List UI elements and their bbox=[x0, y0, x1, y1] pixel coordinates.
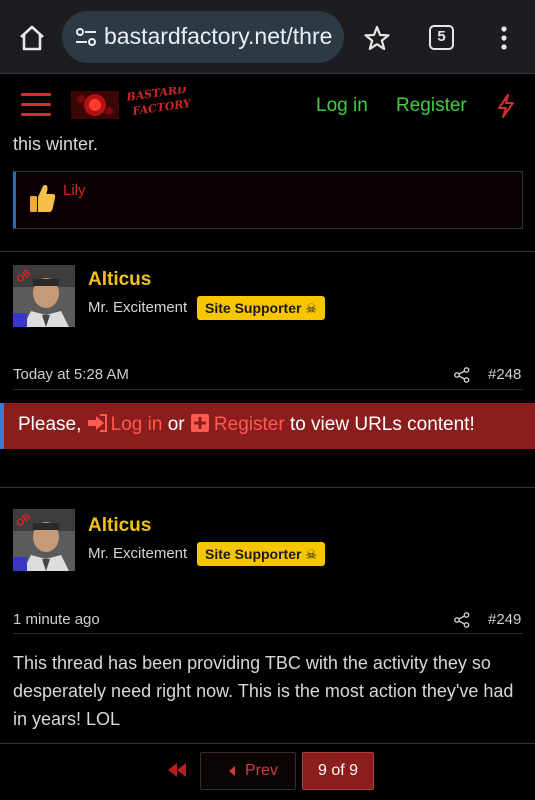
user-title: Mr. Excitement bbox=[88, 545, 188, 562]
login-link[interactable]: Log in bbox=[316, 95, 368, 117]
page-indicator[interactable]: 9 of 9 bbox=[302, 752, 374, 790]
notice-register-label: Register bbox=[213, 414, 285, 435]
post-divider bbox=[0, 487, 535, 488]
username[interactable]: Alticus bbox=[88, 515, 151, 537]
site-logo[interactable]: BASTARD FACTORY bbox=[71, 87, 195, 123]
badge-label: Site Supporter bbox=[205, 300, 302, 316]
prev-label: Prev bbox=[245, 762, 278, 779]
site-settings-icon[interactable] bbox=[74, 25, 98, 49]
first-page-icon[interactable] bbox=[166, 761, 188, 779]
badge-label: Site Supporter bbox=[205, 546, 302, 562]
skull-icon: ☠ bbox=[305, 301, 318, 316]
prev-page-button[interactable]: Prev bbox=[200, 752, 296, 790]
menu-icon[interactable] bbox=[21, 93, 51, 117]
skull-icon: ☠ bbox=[305, 547, 318, 562]
username[interactable]: Alticus bbox=[88, 269, 151, 291]
register-link[interactable]: Register bbox=[396, 95, 467, 117]
notice-middle: or bbox=[167, 414, 185, 435]
post-time[interactable]: Today at 5:28 AM bbox=[13, 366, 129, 383]
tab-switcher-button[interactable]: 5 bbox=[429, 25, 454, 50]
site-supporter-badge: Site Supporter ☠ bbox=[197, 542, 326, 566]
post-number[interactable]: #248 bbox=[488, 366, 521, 383]
url-text: bastardfactory.net/thre bbox=[104, 23, 333, 49]
whats-new-bolt-icon[interactable] bbox=[497, 94, 515, 118]
user-avatar[interactable]: OB bbox=[13, 265, 75, 327]
previous-post-text: this winter. bbox=[13, 134, 99, 154]
home-icon[interactable] bbox=[17, 23, 47, 53]
caret-left-icon bbox=[229, 766, 235, 776]
post-number[interactable]: #249 bbox=[488, 611, 521, 628]
like-thumb-icon bbox=[30, 185, 56, 212]
post-time[interactable]: 1 minute ago bbox=[13, 611, 100, 628]
address-bar[interactable]: bastardfactory.net/thre bbox=[62, 11, 344, 63]
notice-suffix: to view URLs content! bbox=[289, 414, 475, 435]
thread-content: this winter. Lily OB Alticus Mr. Excitem… bbox=[0, 131, 535, 800]
pagination: Prev 9 of 9 bbox=[0, 743, 535, 800]
share-icon[interactable] bbox=[454, 612, 470, 628]
site-header: BASTARD FACTORY Log in Register bbox=[0, 75, 535, 131]
share-icon[interactable] bbox=[454, 367, 470, 383]
login-notice: Please, Log in or Register to view URLs … bbox=[0, 403, 535, 449]
more-menu-icon[interactable] bbox=[496, 25, 512, 51]
notice-login-label: Log in bbox=[110, 414, 163, 435]
post-body: This thread has been providing TBC with … bbox=[13, 653, 514, 729]
notice-register-link[interactable]: Register bbox=[190, 414, 290, 435]
notice-prefix: Please, bbox=[18, 414, 82, 435]
user-title: Mr. Excitement bbox=[88, 299, 188, 316]
user-avatar[interactable]: OB bbox=[13, 509, 75, 571]
bookmark-star-icon[interactable] bbox=[364, 25, 390, 51]
reaction-user[interactable]: Lily bbox=[63, 182, 86, 199]
online-badge bbox=[13, 313, 27, 327]
plus-square-icon bbox=[190, 414, 209, 432]
site-supporter-badge: Site Supporter ☠ bbox=[197, 296, 326, 320]
post-249: OB Alticus Mr. Excitement Site Supporter… bbox=[0, 509, 535, 741]
sign-in-icon bbox=[87, 414, 107, 432]
post-separator bbox=[13, 633, 523, 634]
post-divider bbox=[0, 251, 535, 252]
online-badge bbox=[13, 557, 27, 571]
browser-toolbar: bastardfactory.net/thre 5 bbox=[0, 0, 535, 74]
reactions-bar[interactable]: Lily bbox=[13, 171, 523, 229]
notice-login-link[interactable]: Log in bbox=[87, 414, 168, 435]
post-248: OB Alticus Mr. Excitement Site Supporter… bbox=[0, 265, 535, 395]
post-separator bbox=[13, 389, 523, 390]
